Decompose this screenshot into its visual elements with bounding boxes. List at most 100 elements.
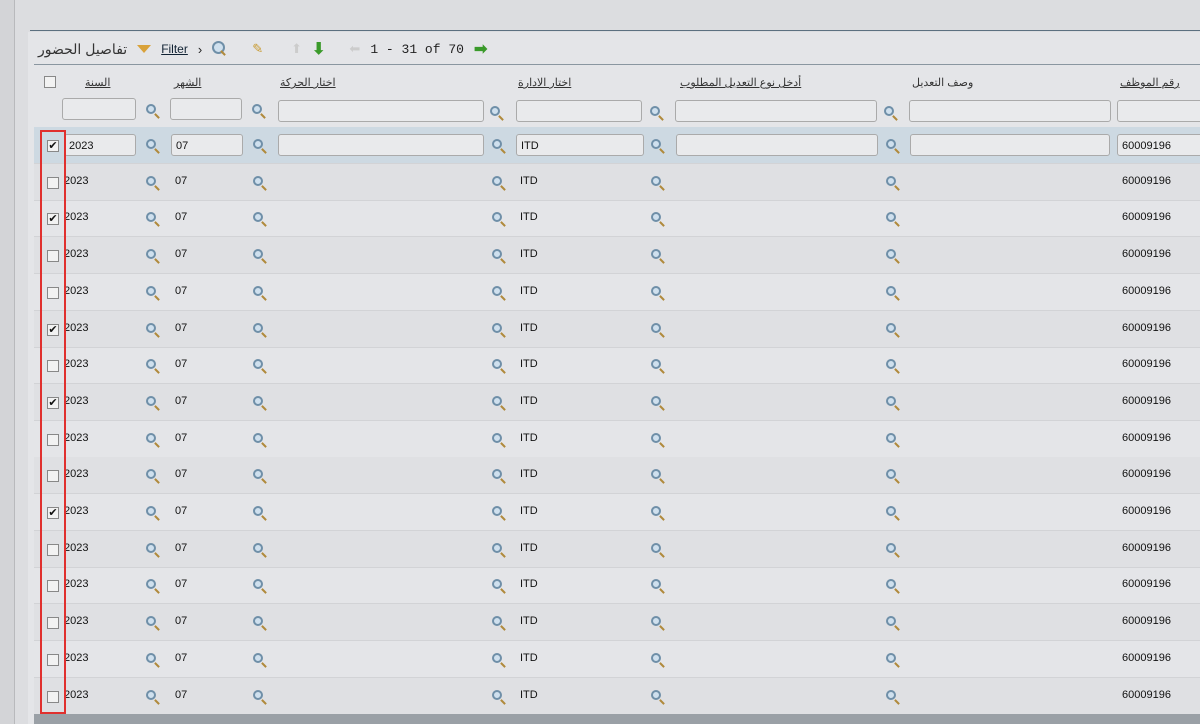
table-row[interactable] [34, 421, 1200, 458]
search-icon[interactable] [212, 41, 226, 54]
search-icon[interactable] [492, 322, 502, 333]
search-icon[interactable] [146, 285, 156, 296]
adjustment-type-input[interactable] [676, 134, 878, 156]
header-employee-number[interactable]: رقم الموظف [1120, 76, 1180, 89]
search-icon[interactable] [253, 175, 263, 186]
search-icon[interactable] [492, 469, 502, 480]
filter-icon[interactable] [137, 45, 152, 53]
search-icon[interactable] [492, 579, 502, 590]
search-icon[interactable] [492, 395, 502, 406]
search-icon[interactable] [253, 212, 263, 223]
search-icon[interactable] [651, 469, 661, 480]
search-icon[interactable] [146, 432, 156, 443]
search-icon[interactable] [252, 104, 262, 114]
search-icon[interactable] [492, 542, 502, 553]
search-icon[interactable] [253, 139, 263, 149]
search-icon[interactable] [490, 106, 500, 116]
search-icon[interactable] [253, 359, 263, 370]
month-input[interactable]: 07 [171, 134, 243, 156]
search-icon[interactable] [651, 175, 661, 186]
table-row[interactable] [34, 310, 1200, 348]
search-icon[interactable] [886, 579, 896, 590]
select-all-checkbox[interactable] [44, 76, 56, 88]
search-icon[interactable] [146, 579, 156, 590]
search-icon[interactable] [253, 469, 263, 480]
employee-number-input[interactable]: 60009196 [1117, 134, 1200, 156]
search-icon[interactable] [651, 652, 661, 663]
chevron-right-icon[interactable]: › [198, 42, 202, 57]
search-icon[interactable] [651, 579, 661, 590]
filter-action-input[interactable] [278, 100, 484, 122]
search-icon[interactable] [886, 432, 896, 443]
table-row[interactable] [34, 200, 1200, 238]
table-row[interactable] [34, 383, 1200, 421]
adjustment-description-input[interactable] [910, 134, 1110, 156]
search-icon[interactable] [651, 359, 661, 370]
search-icon[interactable] [253, 689, 263, 700]
search-icon[interactable] [146, 322, 156, 333]
search-icon[interactable] [492, 249, 502, 260]
search-icon[interactable] [253, 395, 263, 406]
search-icon[interactable] [146, 689, 156, 700]
search-icon[interactable] [146, 469, 156, 480]
department-input[interactable]: ITD [516, 134, 644, 156]
table-row[interactable] [34, 274, 1200, 311]
search-icon[interactable] [492, 359, 502, 370]
search-icon[interactable] [651, 249, 661, 260]
search-icon[interactable] [886, 652, 896, 663]
download-arrow-icon[interactable]: ⬇ [312, 39, 325, 59]
search-icon[interactable] [886, 506, 896, 516]
search-icon[interactable] [886, 542, 896, 553]
search-icon[interactable] [146, 139, 156, 149]
search-icon[interactable] [886, 616, 896, 627]
search-icon[interactable] [146, 212, 156, 223]
header-adjustment-type[interactable]: أدخل نوع التعديل المطلوب [680, 76, 801, 89]
search-icon[interactable] [886, 175, 896, 186]
table-row[interactable] [34, 641, 1200, 678]
search-icon[interactable] [492, 139, 502, 149]
search-icon[interactable] [651, 616, 661, 627]
search-icon[interactable] [492, 652, 502, 663]
search-icon[interactable] [651, 212, 661, 223]
search-icon[interactable] [492, 285, 502, 296]
search-icon[interactable] [651, 285, 661, 296]
search-icon[interactable] [146, 175, 156, 186]
left-splitter[interactable] [0, 0, 15, 724]
search-icon[interactable] [651, 542, 661, 553]
search-icon[interactable] [886, 395, 896, 406]
header-year[interactable]: السنة [85, 76, 110, 89]
table-row[interactable] [34, 530, 1200, 568]
search-icon[interactable] [146, 104, 156, 114]
filter-link[interactable]: Filter [161, 42, 188, 56]
table-row[interactable] [34, 494, 1200, 531]
search-icon[interactable] [651, 322, 661, 333]
search-icon[interactable] [886, 689, 896, 700]
action-input[interactable] [278, 134, 484, 156]
search-icon[interactable] [492, 506, 502, 516]
search-icon[interactable] [886, 139, 896, 149]
search-icon[interactable] [492, 432, 502, 443]
search-icon[interactable] [146, 542, 156, 553]
search-icon[interactable] [253, 579, 263, 590]
search-icon[interactable] [146, 652, 156, 663]
table-row[interactable] [34, 567, 1200, 605]
header-department[interactable]: اختار الادارة [518, 76, 571, 89]
search-icon[interactable] [651, 432, 661, 443]
table-row[interactable] [34, 604, 1200, 642]
table-row[interactable] [34, 237, 1200, 275]
search-icon[interactable] [253, 506, 263, 516]
next-page-icon[interactable]: ➡ [474, 39, 487, 59]
search-icon[interactable] [146, 249, 156, 260]
search-icon[interactable] [253, 249, 263, 260]
search-icon[interactable] [253, 652, 263, 663]
search-icon[interactable] [650, 106, 660, 116]
search-icon[interactable] [253, 432, 263, 443]
search-icon[interactable] [651, 395, 661, 406]
search-icon[interactable] [146, 359, 156, 370]
search-icon[interactable] [886, 359, 896, 370]
horizontal-scrollbar[interactable] [34, 714, 1200, 724]
search-icon[interactable] [492, 175, 502, 186]
search-icon[interactable] [886, 285, 896, 296]
search-icon[interactable] [886, 322, 896, 333]
search-icon[interactable] [146, 395, 156, 406]
